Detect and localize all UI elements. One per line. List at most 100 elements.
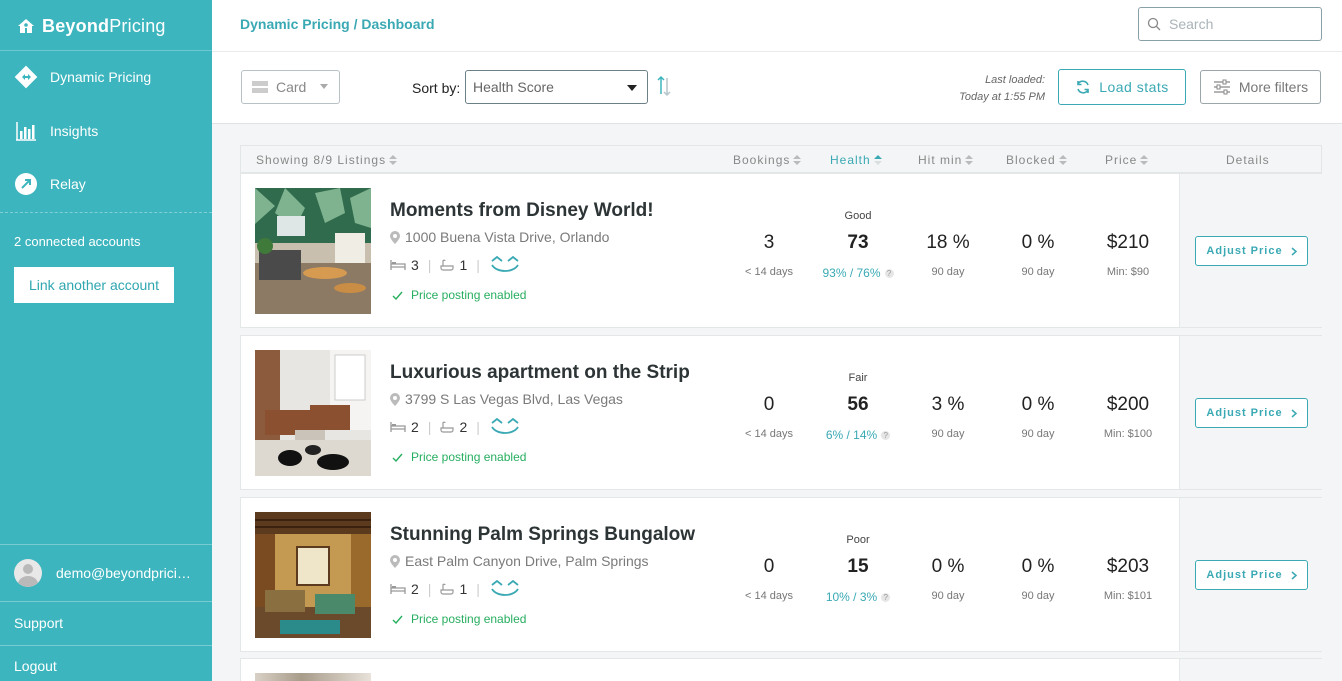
beds-count: 2 (411, 581, 419, 597)
listing-title[interactable]: Stunning Palm Springs Bungalow (390, 524, 695, 546)
listing-row[interactable]: Stunning Palm Springs Bungalow East Palm… (240, 497, 1322, 652)
showing-count: Showing 8/9 Listings (256, 153, 387, 167)
sidebar-item-label: Dynamic Pricing (50, 69, 152, 85)
sort-arrows-icon (793, 155, 802, 165)
search-input[interactable] (1169, 16, 1309, 32)
listing-address-text: 1000 Buena Vista Drive, Orlando (405, 229, 610, 245)
chevron-right-icon (1291, 246, 1297, 256)
listing-photo[interactable] (255, 673, 371, 681)
sidebar: BeyondPricing Dynamic Pricing Insights R… (0, 0, 212, 681)
search-box[interactable] (1138, 7, 1322, 41)
help-icon[interactable]: ? (881, 431, 891, 440)
user-email: demo@beyondpricing.com (56, 565, 196, 581)
connected-accounts-text: 2 connected accounts (14, 234, 141, 249)
price-posting-status: Price posting enabled (392, 450, 526, 464)
listing-title[interactable]: Moments from Disney World! (390, 200, 654, 222)
baths-count: 1 (459, 581, 468, 597)
col-hit-min-label: Hit min (918, 153, 963, 167)
col-details: Details (1226, 153, 1270, 167)
adjust-price-button[interactable]: Adjust Price (1195, 560, 1308, 590)
map-pin-icon (390, 230, 400, 244)
sort-arrows-icon (965, 155, 974, 165)
listing-row[interactable]: Luxurious apartment on the Strip 3799 S … (240, 335, 1322, 490)
brand-logo[interactable]: BeyondPricing (16, 14, 166, 38)
card-view-icon (252, 81, 268, 93)
price-posting-text: Price posting enabled (411, 450, 527, 464)
health-sub: 93% / 76%? (803, 266, 913, 280)
chevron-right-icon (1291, 570, 1297, 580)
hit-min-value: 18 % (926, 232, 970, 253)
listing-amenities: 2 | 1 | (390, 580, 521, 598)
hit-min-value: 0 % (931, 556, 965, 577)
divider (0, 50, 212, 51)
support-link[interactable]: Support (14, 615, 63, 631)
blocked-value: 0 % (1021, 232, 1055, 253)
listing-amenities: 3 | 1 | (390, 256, 521, 274)
col-health-label: Health (830, 153, 871, 167)
table-header: Showing 8/9 Listings Bookings Health Hit… (240, 145, 1322, 173)
col-price[interactable]: Price (1105, 153, 1149, 167)
listing-title[interactable]: Luxurious apartment on the Strip (390, 362, 690, 384)
col-blocked[interactable]: Blocked (1006, 153, 1067, 167)
sort-value: Health Score (473, 79, 554, 95)
help-icon[interactable]: ? (881, 593, 891, 602)
brand-light: Pricing (109, 15, 166, 36)
price-posting-status: Price posting enabled (392, 612, 526, 626)
details-cell (1179, 659, 1322, 681)
listing-photo[interactable] (255, 188, 371, 314)
adjust-price-button[interactable]: Adjust Price (1195, 236, 1308, 266)
caret-down-icon (320, 84, 328, 89)
price-value: $203 (1106, 556, 1150, 577)
listing-address: 1000 Buena Vista Drive, Orlando (390, 229, 609, 245)
view-mode-value: Card (276, 79, 307, 95)
check-icon (392, 615, 403, 624)
help-icon[interactable]: ? (884, 269, 894, 278)
load-stats-button[interactable]: Load stats (1058, 69, 1186, 105)
listing-photo[interactable] (255, 350, 371, 476)
beds-count: 2 (411, 419, 419, 435)
listing-row[interactable]: Moments from Disney World! 1000 Buena Vi… (240, 173, 1322, 328)
bed-icon (390, 422, 406, 432)
link-account-button[interactable]: Link another account (14, 267, 174, 303)
adjust-price-button[interactable]: Adjust Price (1195, 398, 1308, 428)
col-details-label: Details (1226, 153, 1270, 167)
blocked-value: 0 % (1021, 556, 1055, 577)
last-loaded-time: Today at 1:55 PM (959, 91, 1045, 103)
last-loaded-text: Last loaded: Today at 1:55 PM (932, 72, 1045, 106)
col-health[interactable]: Health (830, 153, 882, 167)
bookings-value: 0 (763, 394, 775, 415)
listing-photo[interactable] (255, 512, 371, 638)
adjust-price-label: Adjust Price (1206, 569, 1283, 581)
sort-direction-toggle[interactable] (656, 74, 672, 103)
hit-min-sub: 90 day (931, 590, 965, 602)
sidebar-item-dynamic-pricing[interactable]: Dynamic Pricing (14, 64, 151, 90)
beds-count: 3 (411, 257, 419, 273)
breadcrumb[interactable]: Dynamic Pricing / Dashboard (240, 16, 435, 32)
airbnb-smile-icon (491, 256, 519, 272)
price-value: $210 (1106, 232, 1150, 253)
diamond-arrows-icon (14, 65, 38, 89)
check-icon (392, 291, 403, 300)
price-posting-text: Price posting enabled (411, 612, 527, 626)
listing-row[interactable] (240, 658, 1322, 681)
baths-count: 1 (459, 257, 468, 273)
relay-icon (14, 172, 38, 196)
more-filters-button[interactable]: More filters (1200, 70, 1321, 104)
logout-link[interactable]: Logout (14, 658, 57, 674)
top-header: Dynamic Pricing / Dashboard (212, 0, 1342, 52)
col-bookings[interactable]: Bookings (733, 153, 802, 167)
sort-select[interactable]: Health Score (465, 70, 648, 104)
sidebar-item-relay[interactable]: Relay (14, 171, 86, 197)
col-hit-min[interactable]: Hit min (918, 153, 974, 167)
chevron-right-icon (1291, 408, 1297, 418)
map-pin-icon (390, 392, 400, 406)
col-showing[interactable]: Showing 8/9 Listings (256, 153, 398, 167)
hit-min-sub: 90 day (931, 428, 965, 440)
check-icon (392, 453, 403, 462)
view-mode-select[interactable]: Card (241, 70, 340, 104)
user-menu[interactable]: demo@beyondpricing.com (0, 544, 212, 602)
sidebar-item-insights[interactable]: Insights (14, 118, 98, 144)
brand-bold: Beyond (42, 15, 110, 36)
health-rating: Good (844, 210, 872, 222)
last-loaded-label: Last loaded: (985, 74, 1045, 86)
